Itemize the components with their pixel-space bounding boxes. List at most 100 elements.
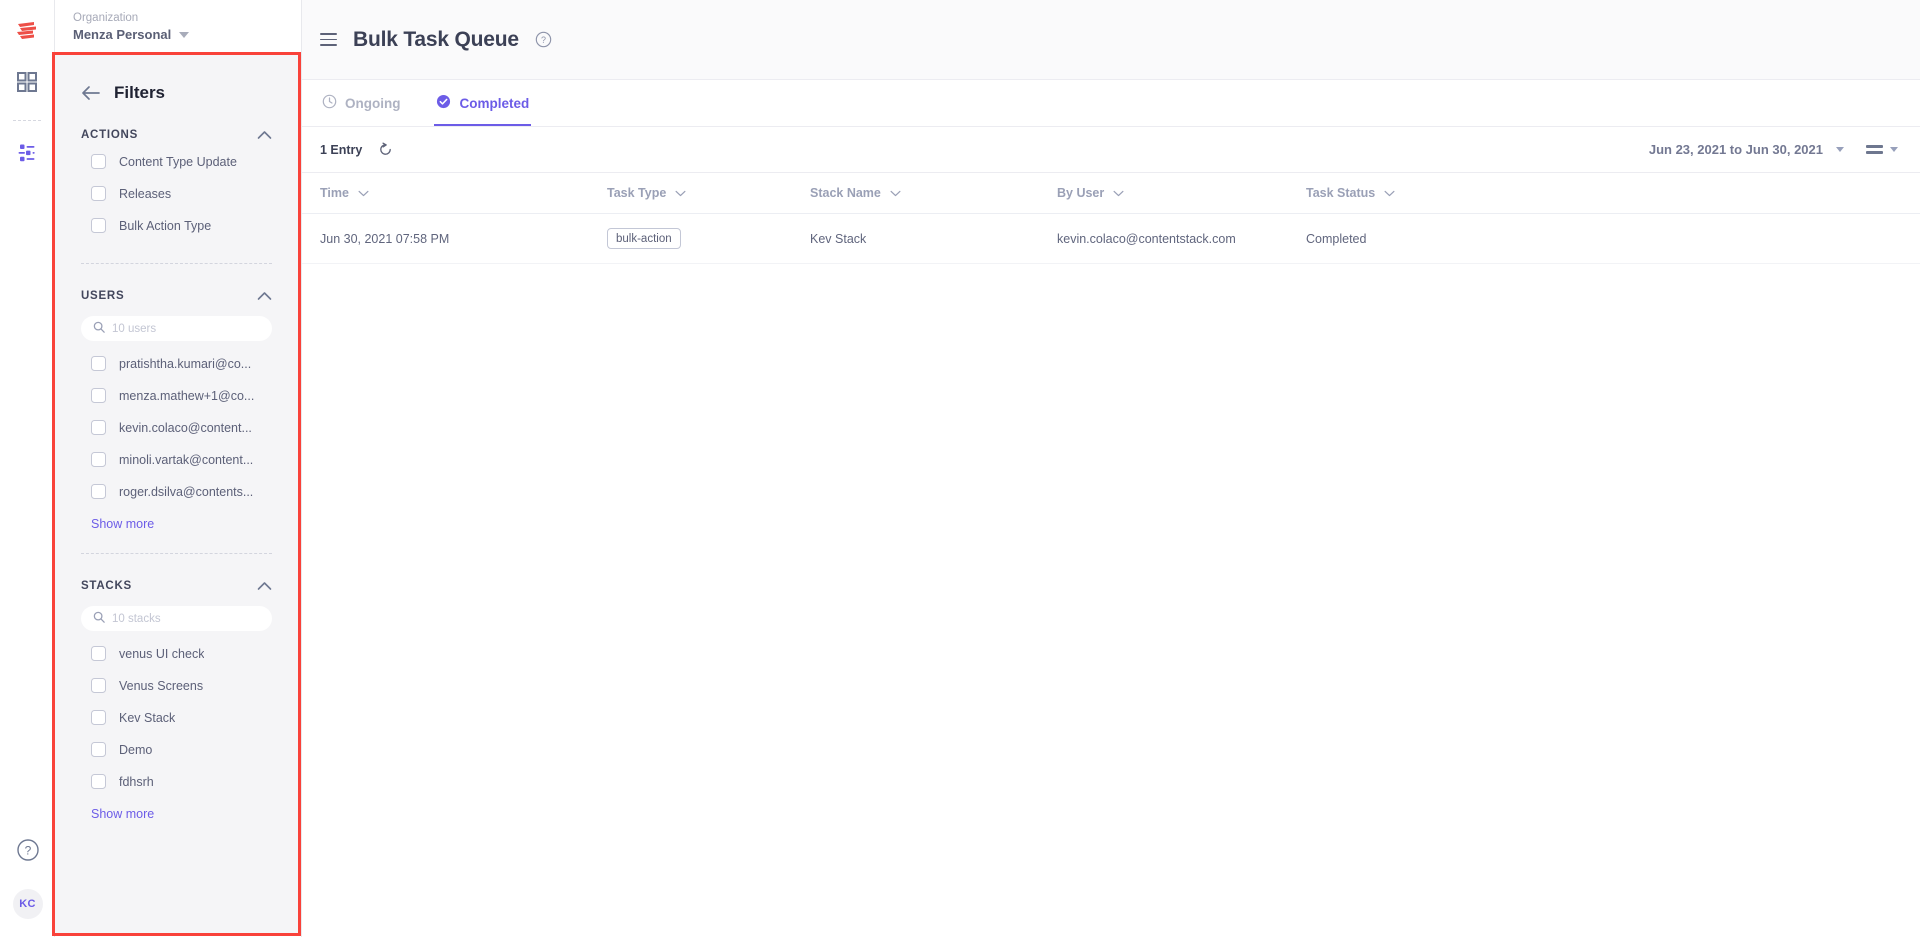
column-header-task-status[interactable]: Task Status (1306, 186, 1536, 200)
column-header-task-type[interactable]: Task Type (607, 186, 810, 200)
chevron-down-icon[interactable] (1384, 186, 1395, 200)
filter-option[interactable]: minoli.vartak@content... (81, 443, 272, 475)
chevron-down-icon[interactable] (675, 186, 686, 200)
chevron-down-icon[interactable] (890, 186, 901, 200)
filter-option[interactable]: Releases (81, 177, 272, 209)
chevron-up-icon[interactable] (257, 130, 272, 140)
filter-option-label: venus UI check (119, 646, 205, 661)
checkbox[interactable] (91, 742, 106, 757)
filter-option[interactable]: venus UI check (81, 637, 272, 669)
date-range-picker[interactable]: Jun 23, 2021 to Jun 30, 2021 (1649, 142, 1844, 157)
filter-option[interactable]: menza.mathew+1@co... (81, 379, 272, 411)
filter-option-label: Demo (119, 742, 153, 757)
filter-section-title: USERS (81, 290, 125, 302)
organization-name: Menza Personal (73, 26, 172, 42)
arrow-left-icon[interactable] (81, 85, 100, 101)
organization-selector[interactable]: Organization Menza Personal (55, 0, 301, 53)
page-title: Filters (114, 83, 166, 102)
tab-ongoing[interactable]: Ongoing (320, 80, 402, 126)
chevron-down-icon[interactable] (358, 186, 369, 200)
contentstack-logo-icon[interactable] (10, 14, 44, 48)
rail-item-dashboard[interactable] (7, 64, 47, 104)
entry-count: 1 Entry (320, 142, 363, 157)
page-title: Bulk Task Queue (353, 27, 519, 51)
view-options-button[interactable] (1866, 144, 1898, 155)
filters-header: Filters (81, 55, 272, 103)
checkbox[interactable] (91, 452, 106, 467)
filter-option[interactable]: Bulk Action Type (81, 209, 272, 241)
checkbox[interactable] (91, 774, 106, 789)
users-show-more-link[interactable]: Show more (81, 507, 272, 531)
filter-option[interactable]: Venus Screens (81, 669, 272, 701)
search-icon (93, 320, 105, 338)
checkbox[interactable] (91, 646, 106, 661)
column-label: By User (1057, 186, 1105, 200)
filter-section-actions-header[interactable]: ACTIONS (81, 129, 272, 145)
column-header-time[interactable]: Time (320, 186, 607, 200)
caret-down-icon[interactable] (1836, 147, 1844, 152)
filter-option[interactable]: roger.dsilva@contents... (81, 475, 272, 507)
rail-divider (13, 120, 41, 121)
filter-option-label: kevin.colaco@content... (119, 420, 252, 435)
users-search-box[interactable] (81, 316, 272, 341)
checkbox[interactable] (91, 218, 106, 233)
filter-option[interactable]: pratishtha.kumari@co... (81, 347, 272, 379)
hamburger-icon[interactable] (320, 32, 337, 47)
filter-option-label: pratishtha.kumari@co... (119, 356, 252, 371)
table-row[interactable]: Jun 30, 2021 07:58 PM bulk-action Kev St… (302, 214, 1920, 264)
question-circle-icon[interactable]: ? (16, 838, 40, 867)
organization-label: Organization (73, 11, 139, 24)
checkbox[interactable] (91, 710, 106, 725)
rail-bottom: ? KC (0, 838, 55, 919)
checkbox[interactable] (91, 154, 106, 169)
avatar[interactable]: KC (12, 889, 43, 919)
checkbox[interactable] (91, 484, 106, 499)
grid-icon (16, 71, 38, 98)
filter-section-title: STACKS (81, 580, 132, 592)
filter-option-label: Venus Screens (119, 678, 204, 693)
refresh-icon[interactable] (378, 142, 393, 157)
checkbox[interactable] (91, 420, 106, 435)
tab-label: Ongoing (345, 95, 401, 111)
check-circle-icon (436, 94, 451, 112)
checkbox[interactable] (91, 388, 106, 403)
filter-option[interactable]: fdhsrh (81, 765, 272, 797)
column-label: Task Status (1306, 186, 1376, 200)
checkbox[interactable] (91, 678, 106, 693)
page-header: Bulk Task Queue ? (302, 0, 1920, 80)
checkbox[interactable] (91, 356, 106, 371)
clock-icon (322, 94, 337, 112)
chevron-down-icon[interactable] (1113, 186, 1124, 200)
filter-option-label: fdhsrh (119, 774, 154, 789)
stacks-show-more-link[interactable]: Show more (81, 797, 272, 821)
filter-section-stacks-header[interactable]: STACKS (81, 580, 272, 596)
filter-section-users-header[interactable]: USERS (81, 290, 272, 306)
caret-down-icon[interactable] (1890, 147, 1898, 152)
filter-option[interactable]: kevin.colaco@content... (81, 411, 272, 443)
chevron-up-icon[interactable] (257, 291, 272, 301)
caret-down-icon[interactable] (179, 32, 190, 38)
filter-option[interactable]: Demo (81, 733, 272, 765)
column-header-stack-name[interactable]: Stack Name (810, 186, 1057, 200)
chevron-up-icon[interactable] (257, 581, 272, 591)
column-header-by-user[interactable]: By User (1057, 186, 1306, 200)
checkbox[interactable] (91, 186, 106, 201)
question-circle-icon[interactable]: ? (535, 31, 552, 48)
users-search-input[interactable] (112, 322, 260, 335)
stacks-search-box[interactable] (81, 606, 272, 631)
filter-option[interactable]: Kev Stack (81, 701, 272, 733)
rail-item-bulk-task-queue[interactable] (7, 135, 47, 175)
main-content: Bulk Task Queue ? Ongoing Completed 1 En… (301, 0, 1920, 937)
filter-option-label: Content Type Update (119, 154, 237, 169)
table-header-row: Time Task Type Stack Name By User Task S… (302, 173, 1920, 214)
task-tabs: Ongoing Completed (302, 80, 1920, 127)
tab-completed[interactable]: Completed (434, 80, 532, 126)
tab-label: Completed (459, 95, 530, 111)
stacks-search-input[interactable] (112, 612, 260, 625)
organization-row[interactable]: Menza Personal (73, 26, 301, 43)
filter-option[interactable]: Content Type Update (81, 145, 272, 177)
list-view-icon (1866, 144, 1883, 155)
filter-section-actions: ACTIONS Content Type Update Releases Bul… (81, 103, 272, 264)
filter-option-label: menza.mathew+1@co... (119, 388, 255, 403)
filter-section-title: ACTIONS (81, 129, 138, 141)
